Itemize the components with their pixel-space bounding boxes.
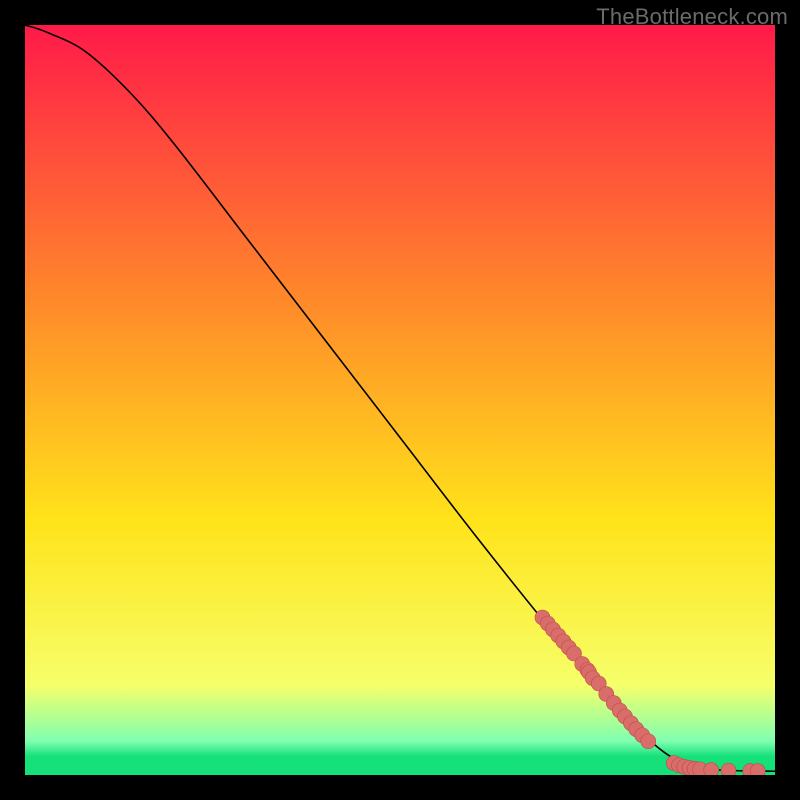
gradient-background: [25, 25, 775, 775]
watermark-label: TheBottleneck.com: [596, 4, 788, 30]
data-point: [721, 763, 736, 775]
chart-svg: [25, 25, 775, 775]
data-point: [704, 763, 719, 775]
plot-area: [25, 25, 775, 775]
chart-stage: TheBottleneck.com: [0, 0, 800, 800]
data-point: [641, 734, 656, 749]
